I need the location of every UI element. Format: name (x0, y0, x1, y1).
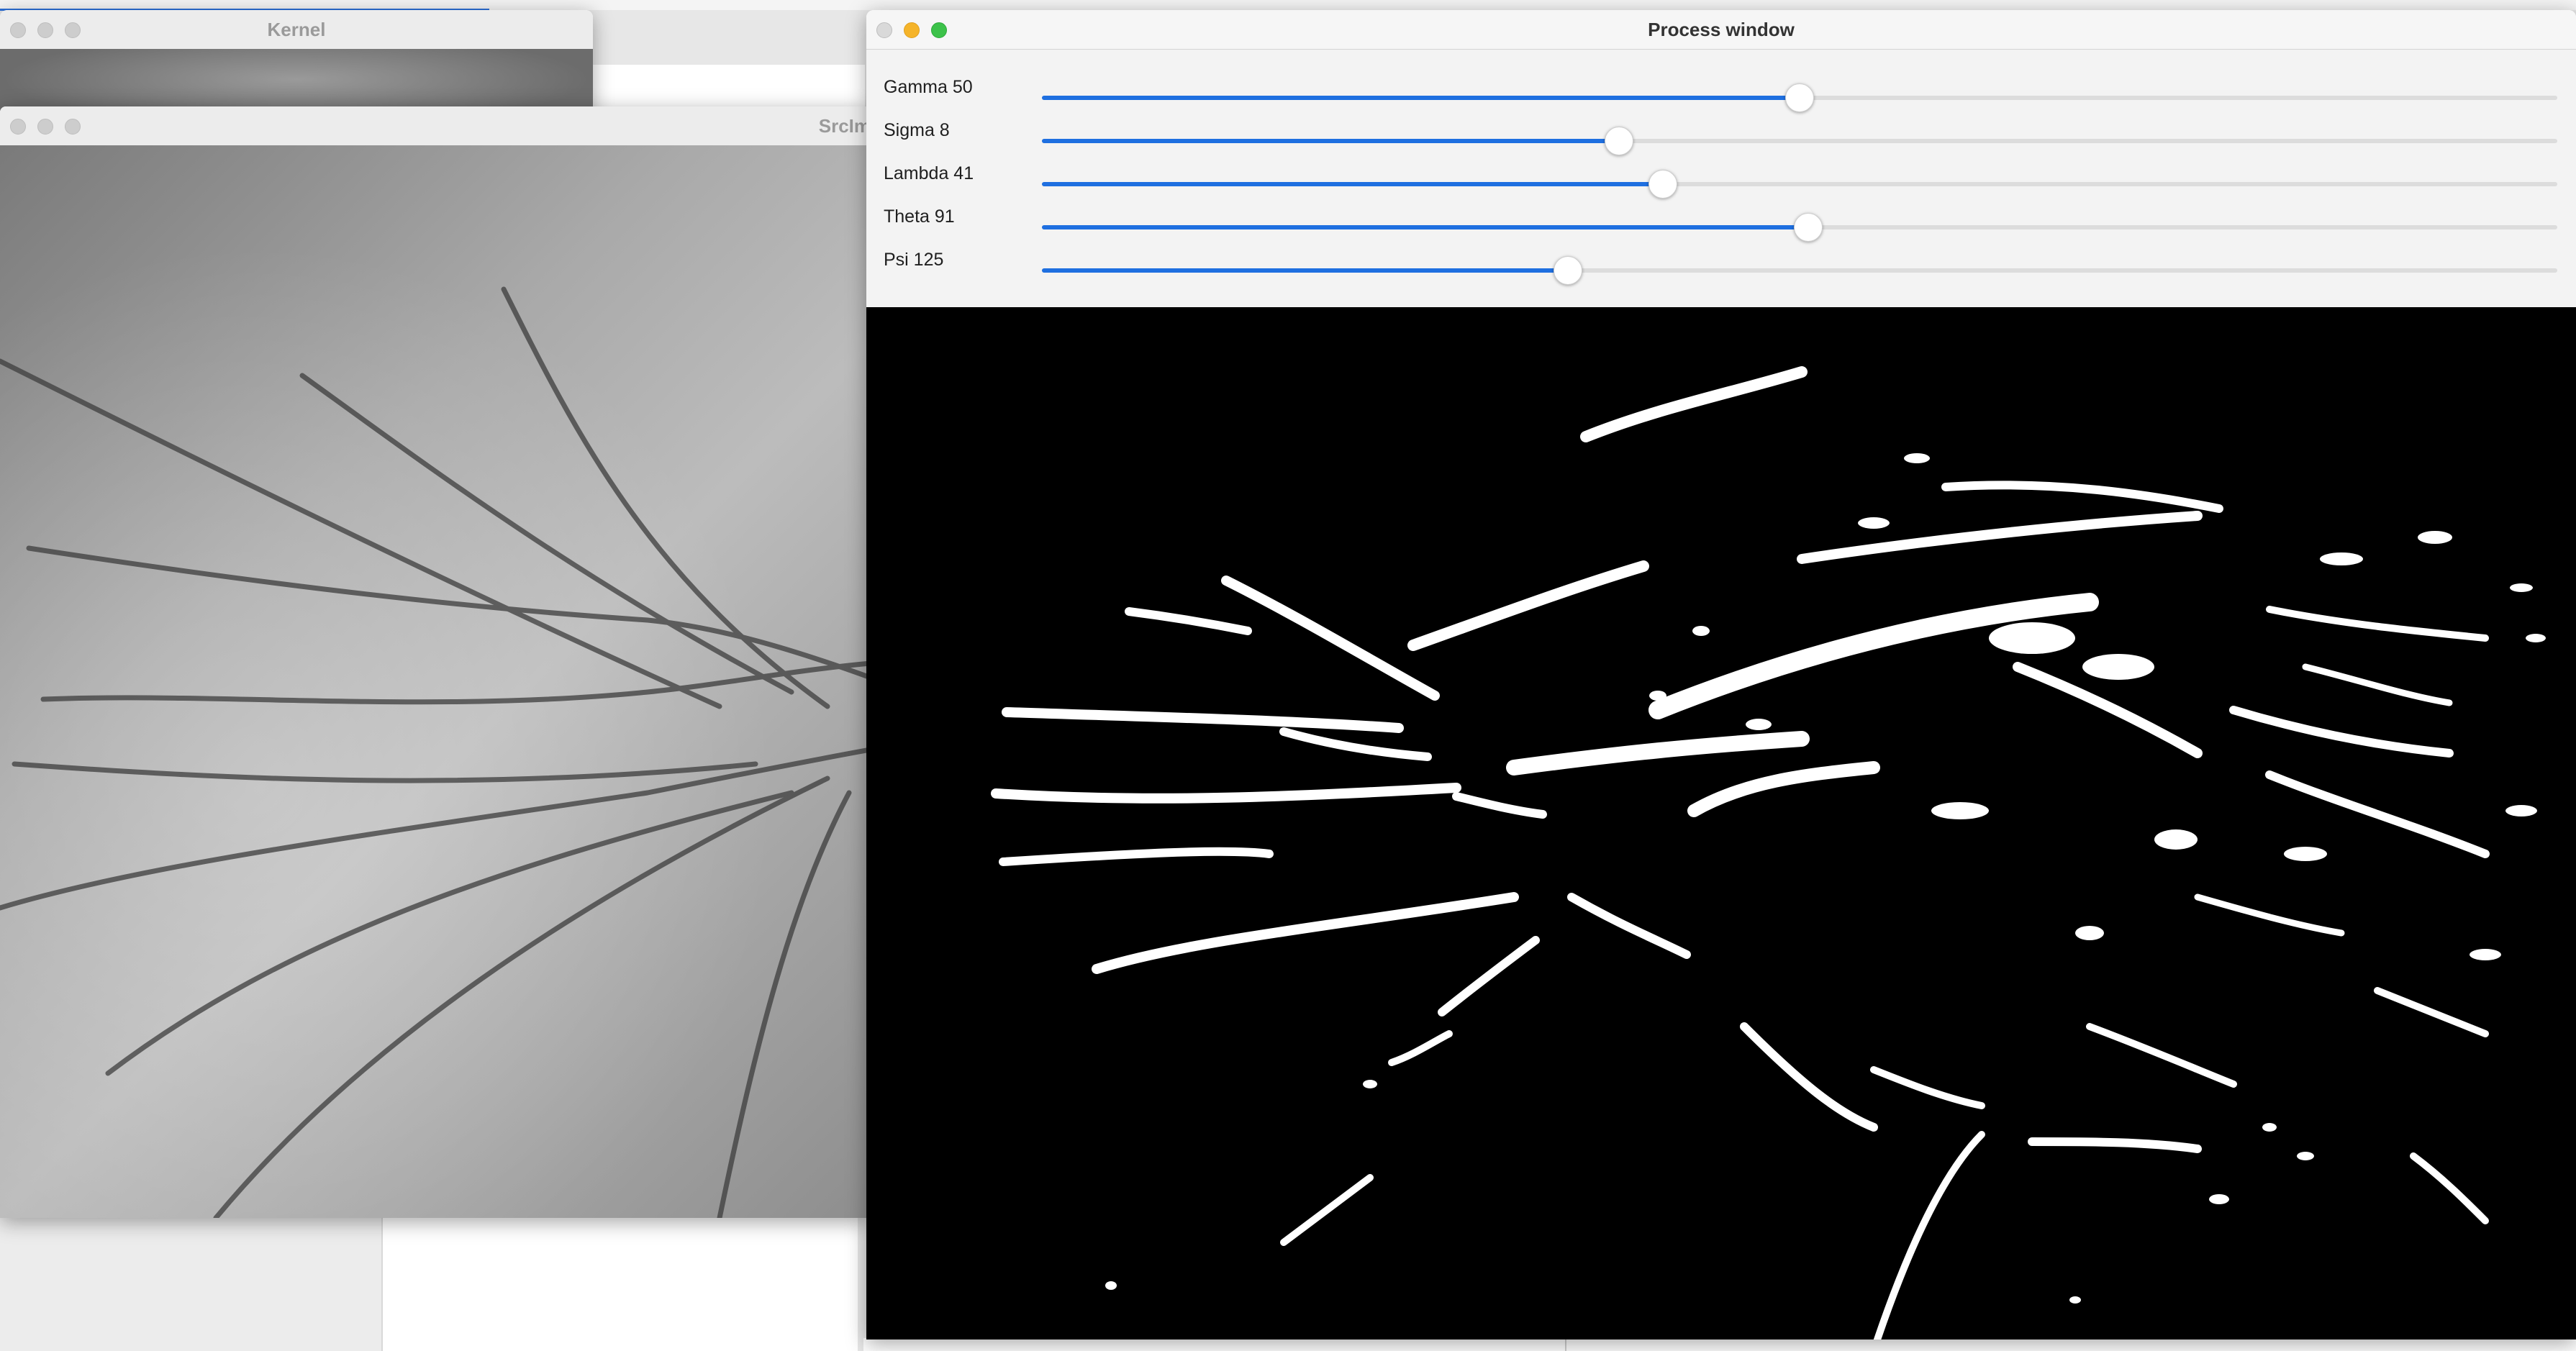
gamma-label: Gamma 50 (884, 77, 973, 97)
background-app-panel (590, 65, 865, 108)
sigma-slider-row: Sigma 8 (866, 110, 2576, 155)
lambda-slider[interactable] (1042, 170, 2557, 199)
ridge-response-image (991, 366, 2546, 1339)
sigma-slider-fill (1042, 139, 1620, 143)
psi-slider-thumb[interactable] (1554, 256, 1583, 285)
kernel-window-title: Kernel (267, 19, 326, 40)
gamma-slider-thumb[interactable] (1785, 83, 1814, 112)
theta-slider-row: Theta 91 (866, 196, 2576, 242)
trackbar-panel: Gamma 50 Sigma 8 Lambda 41 Theta 91 Psi … (866, 50, 2576, 308)
source-grayscale-image (0, 145, 871, 1218)
lambda-label: Lambda 41 (884, 163, 974, 183)
lambda-slider-fill (1042, 182, 1664, 186)
vein-texture (0, 286, 871, 1218)
theta-slider[interactable] (1042, 213, 2557, 242)
background-app-footer (863, 1338, 2576, 1351)
sigma-slider[interactable] (1042, 127, 2557, 155)
sigma-label: Sigma 8 (884, 120, 950, 140)
gamma-slider-fill (1042, 96, 1800, 100)
process-window: Process window Gamma 50 Sigma 8 Lambda 4… (866, 10, 2576, 1339)
gamma-slider[interactable] (1042, 83, 2557, 112)
psi-label: Psi 125 (884, 250, 944, 270)
lambda-slider-thumb[interactable] (1648, 170, 1678, 199)
process-titlebar[interactable]: Process window (866, 10, 2576, 50)
process-window-title: Process window (1648, 19, 1795, 40)
theta-label: Theta 91 (884, 206, 955, 227)
psi-slider-row: Psi 125 (866, 240, 2576, 285)
theta-slider-thumb[interactable] (1793, 213, 1823, 242)
kernel-titlebar[interactable]: Kernel (0, 10, 593, 50)
theta-slider-fill (1042, 225, 1808, 229)
source-image-window: SrcIm (0, 106, 871, 1218)
background-app-content (381, 1216, 858, 1351)
psi-slider-fill (1042, 268, 1569, 273)
sigma-slider-thumb[interactable] (1605, 127, 1634, 155)
source-window-title: SrcIm (818, 115, 871, 137)
lambda-slider-row: Lambda 41 (866, 153, 2576, 199)
background-divider (1565, 1338, 1566, 1351)
psi-slider[interactable] (1042, 256, 2557, 285)
source-titlebar[interactable]: SrcIm (0, 106, 871, 146)
gamma-slider-row: Gamma 50 (866, 67, 2576, 112)
background-app-sidebar (0, 1216, 381, 1351)
filtered-output-image (866, 307, 2576, 1339)
